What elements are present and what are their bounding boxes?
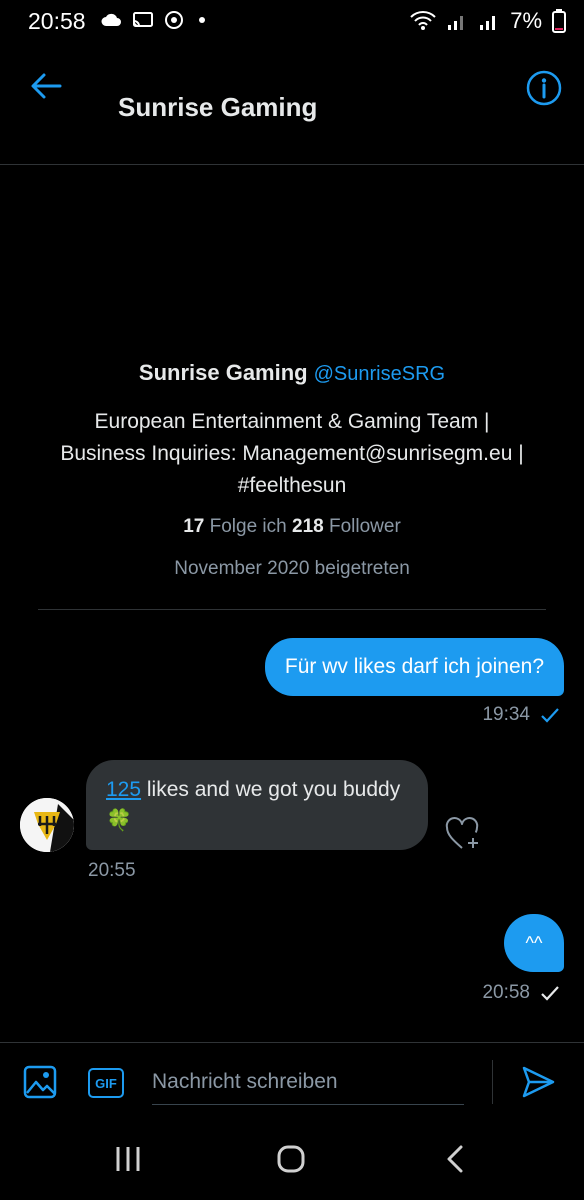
back-arrow-icon[interactable] — [28, 68, 64, 104]
message-time: 19:34 — [482, 704, 530, 725]
recent-apps-icon[interactable] — [112, 1144, 144, 1174]
cast-icon — [133, 12, 153, 27]
signal-icon — [448, 16, 464, 30]
wifi-icon — [410, 11, 436, 30]
battery-icon — [552, 9, 566, 33]
outgoing-message-bubble[interactable]: ^^ — [504, 914, 564, 972]
profile-bio-line-3[interactable]: #feelthesun — [12, 470, 572, 502]
check-icon — [541, 708, 559, 723]
profile-handle[interactable]: @SunriseSRG — [314, 363, 445, 385]
message-link[interactable]: 125 — [106, 778, 141, 801]
nav-back-icon[interactable] — [444, 1144, 466, 1174]
message-meta: 19:34 — [482, 704, 560, 726]
dot-icon — [199, 17, 205, 23]
sunrise-logo-icon — [20, 798, 74, 852]
battery-percent: 7% — [510, 8, 542, 33]
conversation-title: Sunrise Gaming — [118, 92, 318, 122]
incoming-message-bubble[interactable]: 125 likes and we got you buddy 🍀 — [86, 760, 428, 850]
joined-date: November 2020 beigetreten — [174, 558, 410, 579]
heart-plus-icon[interactable] — [444, 816, 482, 852]
status-bar: 20:58 7% — [0, 0, 584, 44]
avatar[interactable] — [20, 798, 74, 852]
message-input[interactable] — [152, 1060, 464, 1105]
status-time: 20:58 — [28, 8, 86, 34]
status-right: 7% — [410, 8, 566, 34]
signal-icon-2 — [480, 16, 496, 30]
divider — [38, 609, 546, 610]
home-icon[interactable] — [276, 1144, 306, 1174]
profile-bio-line-2: Business Inquiries: Management@sunrisegm… — [60, 442, 524, 465]
send-icon[interactable] — [520, 1064, 556, 1100]
profile-bio-line-1: European Entertainment & Gaming Team | — [94, 410, 490, 433]
profile-stats: 17 Folge ich 218 Follower — [0, 516, 584, 538]
profile-name[interactable]: Sunrise Gaming — [139, 360, 308, 385]
cloud-icon — [101, 13, 121, 26]
followers-label[interactable]: Follower — [329, 516, 401, 537]
following-label[interactable]: Folge ich — [210, 516, 287, 537]
message-time: 20:55 — [88, 860, 136, 881]
message-text: likes and we got you buddy — [141, 778, 401, 801]
gif-button[interactable]: GIF — [88, 1068, 124, 1098]
info-icon[interactable] — [526, 70, 562, 106]
clover-emoji: 🍀 — [106, 809, 133, 832]
profile-summary: Sunrise Gaming @SunriseSRG European Enter… — [0, 360, 584, 580]
message-meta: 20:58 — [482, 982, 560, 1004]
image-icon[interactable] — [22, 1064, 58, 1100]
message-time: 20:58 — [482, 982, 530, 1003]
composer-separator — [492, 1060, 493, 1104]
followers-count[interactable]: 218 — [292, 516, 324, 537]
sync-icon — [165, 11, 183, 29]
check-icon — [541, 986, 559, 1001]
outgoing-message-bubble[interactable]: Für wv likes darf ich joinen? — [264, 638, 564, 696]
profile-bio: European Entertainment & Gaming Team | B… — [12, 406, 572, 502]
status-notification-icons — [100, 10, 210, 30]
profile-name-line: Sunrise Gaming @SunriseSRG — [0, 360, 584, 386]
following-count[interactable]: 17 — [183, 516, 204, 537]
